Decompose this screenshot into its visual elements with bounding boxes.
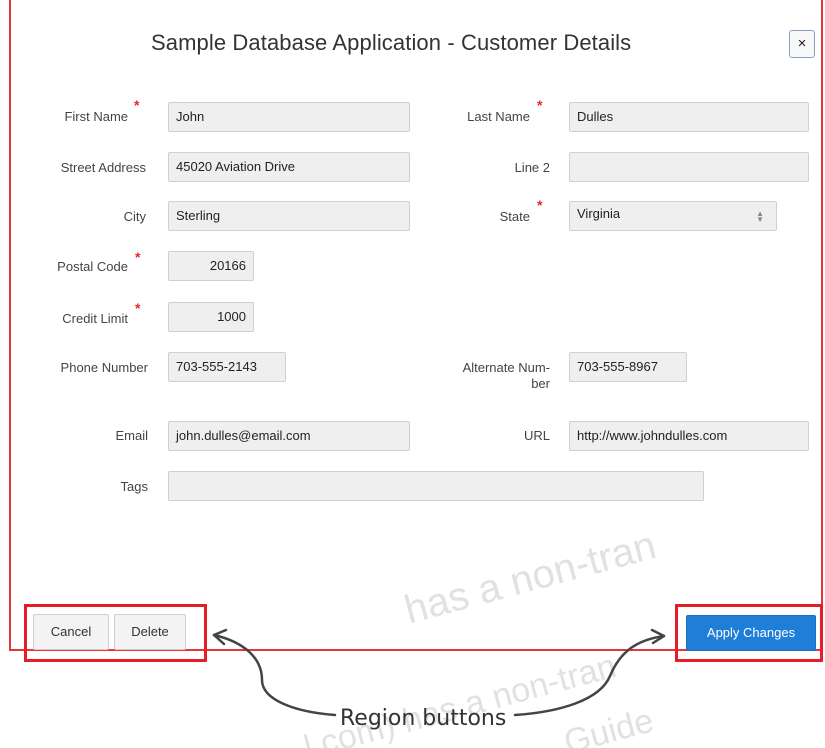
annotation-arrows	[212, 628, 666, 717]
region-buttons-annotation: Region buttons	[340, 706, 507, 731]
